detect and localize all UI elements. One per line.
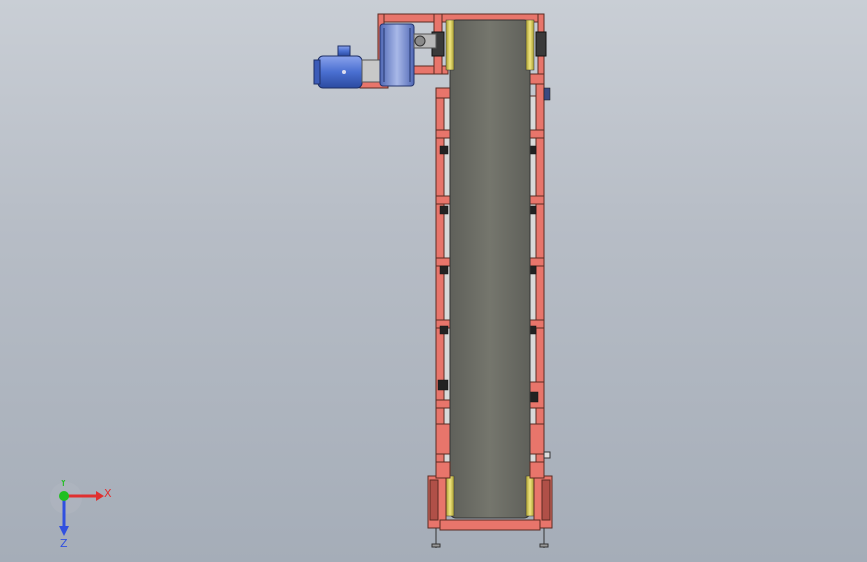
cad-viewport[interactable]: X Y Z xyxy=(0,0,867,562)
view-orientation-triad[interactable]: X Y Z xyxy=(40,480,120,550)
y-axis-dot xyxy=(59,491,69,501)
z-axis-arrowhead xyxy=(59,526,69,536)
gear-reducer xyxy=(379,23,437,87)
conveyor-belt xyxy=(449,19,531,519)
conveyor-model[interactable] xyxy=(0,0,867,562)
x-axis-label: X xyxy=(104,487,112,500)
x-axis-arrowhead xyxy=(96,491,104,501)
z-axis-label: Z xyxy=(60,537,68,550)
y-axis-label: Y xyxy=(59,480,67,489)
electric-motor xyxy=(313,45,381,89)
side-rail-left xyxy=(435,87,451,469)
